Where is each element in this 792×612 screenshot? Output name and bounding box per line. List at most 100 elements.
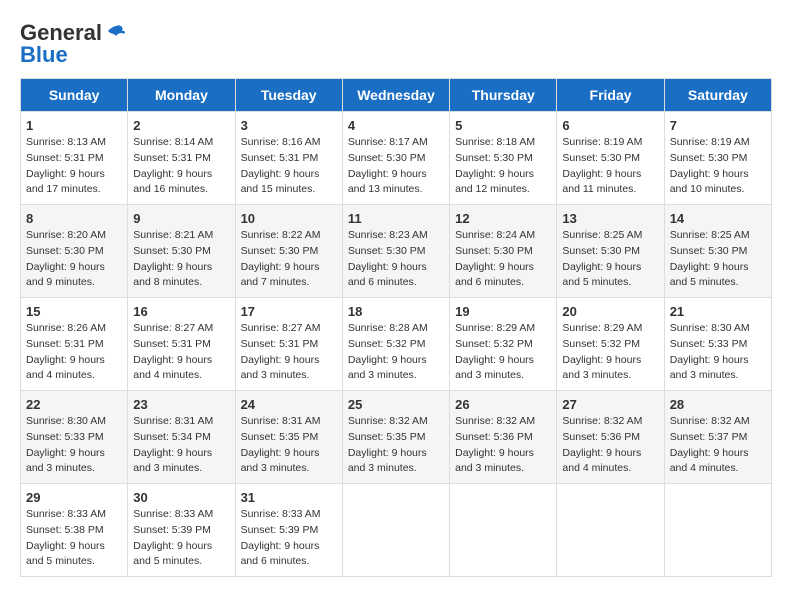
daylight-label: Daylight: 9 hours and 10 minutes. — [670, 168, 749, 196]
day-info: Sunrise: 8:29 AM Sunset: 5:32 PM Dayligh… — [455, 321, 551, 384]
sunset-label: Sunset: 5:30 PM — [26, 245, 104, 257]
calendar-cell: 23 Sunrise: 8:31 AM Sunset: 5:34 PM Dayl… — [128, 391, 235, 484]
day-number: 29 — [26, 490, 122, 505]
sunset-label: Sunset: 5:30 PM — [133, 245, 211, 257]
calendar-cell: 7 Sunrise: 8:19 AM Sunset: 5:30 PM Dayli… — [664, 112, 771, 205]
day-info: Sunrise: 8:31 AM Sunset: 5:34 PM Dayligh… — [133, 414, 229, 477]
day-info: Sunrise: 8:30 AM Sunset: 5:33 PM Dayligh… — [26, 414, 122, 477]
calendar-cell: 5 Sunrise: 8:18 AM Sunset: 5:30 PM Dayli… — [450, 112, 557, 205]
sunset-label: Sunset: 5:30 PM — [670, 152, 748, 164]
sunset-label: Sunset: 5:30 PM — [348, 152, 426, 164]
weekday-header-tuesday: Tuesday — [235, 79, 342, 112]
daylight-label: Daylight: 9 hours and 4 minutes. — [26, 354, 105, 382]
day-info: Sunrise: 8:28 AM Sunset: 5:32 PM Dayligh… — [348, 321, 444, 384]
sunrise-label: Sunrise: 8:29 AM — [455, 322, 535, 334]
daylight-label: Daylight: 9 hours and 17 minutes. — [26, 168, 105, 196]
calendar-cell: 28 Sunrise: 8:32 AM Sunset: 5:37 PM Dayl… — [664, 391, 771, 484]
sunrise-label: Sunrise: 8:13 AM — [26, 136, 106, 148]
day-number: 13 — [562, 211, 658, 226]
day-info: Sunrise: 8:27 AM Sunset: 5:31 PM Dayligh… — [241, 321, 337, 384]
calendar-cell: 16 Sunrise: 8:27 AM Sunset: 5:31 PM Dayl… — [128, 298, 235, 391]
day-info: Sunrise: 8:22 AM Sunset: 5:30 PM Dayligh… — [241, 228, 337, 291]
day-number: 12 — [455, 211, 551, 226]
calendar-cell: 22 Sunrise: 8:30 AM Sunset: 5:33 PM Dayl… — [21, 391, 128, 484]
day-info: Sunrise: 8:21 AM Sunset: 5:30 PM Dayligh… — [133, 228, 229, 291]
sunrise-label: Sunrise: 8:19 AM — [670, 136, 750, 148]
sunset-label: Sunset: 5:36 PM — [562, 431, 640, 443]
day-number: 15 — [26, 304, 122, 319]
day-number: 17 — [241, 304, 337, 319]
calendar-cell: 26 Sunrise: 8:32 AM Sunset: 5:36 PM Dayl… — [450, 391, 557, 484]
day-number: 10 — [241, 211, 337, 226]
sunset-label: Sunset: 5:30 PM — [455, 245, 533, 257]
day-info: Sunrise: 8:33 AM Sunset: 5:38 PM Dayligh… — [26, 507, 122, 570]
day-number: 22 — [26, 397, 122, 412]
logo: General Blue — [20, 20, 126, 68]
week-row-3: 15 Sunrise: 8:26 AM Sunset: 5:31 PM Dayl… — [21, 298, 772, 391]
daylight-label: Daylight: 9 hours and 3 minutes. — [133, 447, 212, 475]
sunrise-label: Sunrise: 8:30 AM — [670, 322, 750, 334]
calendar-cell: 10 Sunrise: 8:22 AM Sunset: 5:30 PM Dayl… — [235, 205, 342, 298]
daylight-label: Daylight: 9 hours and 3 minutes. — [455, 447, 534, 475]
sunrise-label: Sunrise: 8:33 AM — [133, 508, 213, 520]
day-info: Sunrise: 8:26 AM Sunset: 5:31 PM Dayligh… — [26, 321, 122, 384]
daylight-label: Daylight: 9 hours and 4 minutes. — [562, 447, 641, 475]
day-info: Sunrise: 8:31 AM Sunset: 5:35 PM Dayligh… — [241, 414, 337, 477]
daylight-label: Daylight: 9 hours and 3 minutes. — [26, 447, 105, 475]
sunset-label: Sunset: 5:31 PM — [133, 338, 211, 350]
sunset-label: Sunset: 5:37 PM — [670, 431, 748, 443]
calendar-cell: 14 Sunrise: 8:25 AM Sunset: 5:30 PM Dayl… — [664, 205, 771, 298]
calendar-cell: 9 Sunrise: 8:21 AM Sunset: 5:30 PM Dayli… — [128, 205, 235, 298]
sunrise-label: Sunrise: 8:29 AM — [562, 322, 642, 334]
day-info: Sunrise: 8:30 AM Sunset: 5:33 PM Dayligh… — [670, 321, 766, 384]
daylight-label: Daylight: 9 hours and 3 minutes. — [241, 354, 320, 382]
day-number: 24 — [241, 397, 337, 412]
calendar-cell: 17 Sunrise: 8:27 AM Sunset: 5:31 PM Dayl… — [235, 298, 342, 391]
day-number: 7 — [670, 118, 766, 133]
day-number: 19 — [455, 304, 551, 319]
calendar-cell: 3 Sunrise: 8:16 AM Sunset: 5:31 PM Dayli… — [235, 112, 342, 205]
daylight-label: Daylight: 9 hours and 9 minutes. — [26, 261, 105, 289]
day-number: 6 — [562, 118, 658, 133]
calendar-cell: 15 Sunrise: 8:26 AM Sunset: 5:31 PM Dayl… — [21, 298, 128, 391]
daylight-label: Daylight: 9 hours and 7 minutes. — [241, 261, 320, 289]
calendar-cell — [664, 484, 771, 577]
daylight-label: Daylight: 9 hours and 4 minutes. — [670, 447, 749, 475]
sunrise-label: Sunrise: 8:33 AM — [26, 508, 106, 520]
daylight-label: Daylight: 9 hours and 11 minutes. — [562, 168, 641, 196]
day-info: Sunrise: 8:23 AM Sunset: 5:30 PM Dayligh… — [348, 228, 444, 291]
sunset-label: Sunset: 5:39 PM — [241, 524, 319, 536]
day-info: Sunrise: 8:27 AM Sunset: 5:31 PM Dayligh… — [133, 321, 229, 384]
week-row-1: 1 Sunrise: 8:13 AM Sunset: 5:31 PM Dayli… — [21, 112, 772, 205]
calendar-cell: 4 Sunrise: 8:17 AM Sunset: 5:30 PM Dayli… — [342, 112, 449, 205]
calendar-cell: 30 Sunrise: 8:33 AM Sunset: 5:39 PM Dayl… — [128, 484, 235, 577]
sunset-label: Sunset: 5:30 PM — [562, 245, 640, 257]
daylight-label: Daylight: 9 hours and 3 minutes. — [455, 354, 534, 382]
sunset-label: Sunset: 5:30 PM — [348, 245, 426, 257]
sunset-label: Sunset: 5:33 PM — [670, 338, 748, 350]
calendar-cell: 2 Sunrise: 8:14 AM Sunset: 5:31 PM Dayli… — [128, 112, 235, 205]
day-info: Sunrise: 8:17 AM Sunset: 5:30 PM Dayligh… — [348, 135, 444, 198]
daylight-label: Daylight: 9 hours and 3 minutes. — [562, 354, 641, 382]
day-info: Sunrise: 8:25 AM Sunset: 5:30 PM Dayligh… — [670, 228, 766, 291]
day-number: 23 — [133, 397, 229, 412]
sunrise-label: Sunrise: 8:18 AM — [455, 136, 535, 148]
day-number: 31 — [241, 490, 337, 505]
sunrise-label: Sunrise: 8:31 AM — [133, 415, 213, 427]
daylight-label: Daylight: 9 hours and 3 minutes. — [670, 354, 749, 382]
week-row-4: 22 Sunrise: 8:30 AM Sunset: 5:33 PM Dayl… — [21, 391, 772, 484]
day-number: 25 — [348, 397, 444, 412]
sunrise-label: Sunrise: 8:17 AM — [348, 136, 428, 148]
day-info: Sunrise: 8:16 AM Sunset: 5:31 PM Dayligh… — [241, 135, 337, 198]
calendar-cell: 6 Sunrise: 8:19 AM Sunset: 5:30 PM Dayli… — [557, 112, 664, 205]
day-number: 4 — [348, 118, 444, 133]
calendar-cell — [342, 484, 449, 577]
sunset-label: Sunset: 5:30 PM — [455, 152, 533, 164]
calendar-cell: 24 Sunrise: 8:31 AM Sunset: 5:35 PM Dayl… — [235, 391, 342, 484]
day-number: 8 — [26, 211, 122, 226]
day-info: Sunrise: 8:14 AM Sunset: 5:31 PM Dayligh… — [133, 135, 229, 198]
sunset-label: Sunset: 5:32 PM — [562, 338, 640, 350]
day-info: Sunrise: 8:33 AM Sunset: 5:39 PM Dayligh… — [133, 507, 229, 570]
sunrise-label: Sunrise: 8:33 AM — [241, 508, 321, 520]
week-row-5: 29 Sunrise: 8:33 AM Sunset: 5:38 PM Dayl… — [21, 484, 772, 577]
